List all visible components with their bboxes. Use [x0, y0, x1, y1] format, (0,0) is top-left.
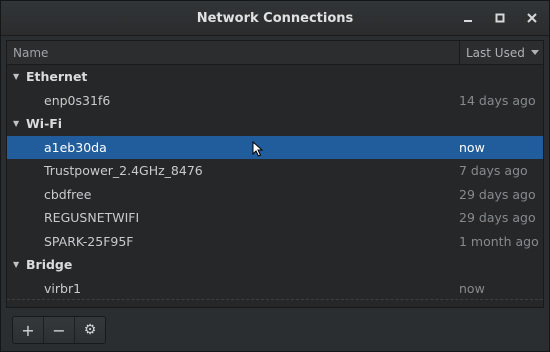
connection-name: a1eb30da — [44, 139, 107, 155]
connection-last-used: 29 days ago — [459, 210, 536, 226]
list-item[interactable]: cbdfree 29 days ago — [7, 183, 543, 207]
connection-name: REGUSNETWIFI — [44, 210, 140, 226]
group-bridge[interactable]: ▼ Bridge — [7, 253, 543, 277]
gear-icon: ⚙ — [83, 322, 97, 338]
close-icon — [527, 13, 537, 23]
connections-list: Name Last Used ▼ Ethernet enp0s31f6 14 d… — [6, 40, 544, 308]
connection-name: virbr1 — [44, 280, 82, 296]
connection-last-used: 1 month ago — [459, 233, 539, 249]
connection-name: cbdfree — [44, 186, 92, 202]
list-item-selected[interactable]: a1eb30da now — [7, 135, 543, 159]
toolbar-button-group: + − ⚙ — [12, 316, 106, 344]
connection-last-used: 7 days ago — [459, 163, 528, 179]
group-wifi[interactable]: ▼ Wi-Fi — [7, 112, 543, 136]
connection-last-used: now — [459, 139, 485, 155]
bottom-toolbar: + − ⚙ — [6, 313, 544, 347]
group-label: Ethernet — [26, 69, 88, 85]
window-title: Network Connections — [196, 10, 354, 26]
minimize-button[interactable] — [459, 9, 477, 27]
expander-down-icon[interactable]: ▼ — [13, 119, 21, 128]
title-bar[interactable]: Network Connections — [1, 1, 549, 36]
connection-name: Trustpower_2.4GHz_8476 — [44, 163, 203, 179]
list-item[interactable]: REGUSNETWIFI 29 days ago — [7, 206, 543, 230]
list-header: Name Last Used — [7, 41, 543, 65]
expander-down-icon[interactable]: ▼ — [13, 72, 21, 81]
group-label: Wi-Fi — [26, 116, 63, 132]
list-item[interactable]: virbr1 now — [7, 277, 543, 300]
remove-icon: − — [52, 320, 66, 340]
group-ethernet[interactable]: ▼ Ethernet — [7, 65, 543, 89]
connection-last-used: 29 days ago — [459, 186, 536, 202]
list-item[interactable]: Trustpower_2.4GHz_8476 7 days ago — [7, 159, 543, 183]
sort-descending-icon — [530, 49, 539, 55]
connection-settings-button[interactable]: ⚙ — [75, 317, 105, 343]
column-header-last-used[interactable]: Last Used — [459, 41, 543, 64]
add-icon: + — [21, 320, 35, 340]
connection-last-used: 14 days ago — [459, 92, 536, 108]
list-bottom-divider — [7, 299, 543, 300]
maximize-icon — [495, 13, 505, 23]
list-item[interactable]: SPARK-25F95F 1 month ago — [7, 230, 543, 254]
group-label: Bridge — [26, 257, 73, 273]
connection-last-used: now — [459, 280, 485, 296]
network-connections-window: Network Connections Name Last Used ▼ Eth… — [0, 0, 550, 352]
remove-connection-button[interactable]: − — [44, 317, 75, 343]
column-header-name[interactable]: Name — [7, 46, 459, 60]
connection-name: SPARK-25F95F — [44, 233, 134, 249]
minimize-icon — [464, 20, 472, 22]
add-connection-button[interactable]: + — [13, 317, 44, 343]
list-item[interactable]: enp0s31f6 14 days ago — [7, 89, 543, 113]
column-header-last-used-label: Last Used — [466, 45, 525, 60]
close-button[interactable] — [523, 9, 541, 27]
mouse-pointer-icon — [252, 140, 264, 157]
connection-name: enp0s31f6 — [44, 92, 111, 108]
maximize-button[interactable] — [491, 9, 509, 27]
expander-down-icon[interactable]: ▼ — [13, 260, 21, 269]
